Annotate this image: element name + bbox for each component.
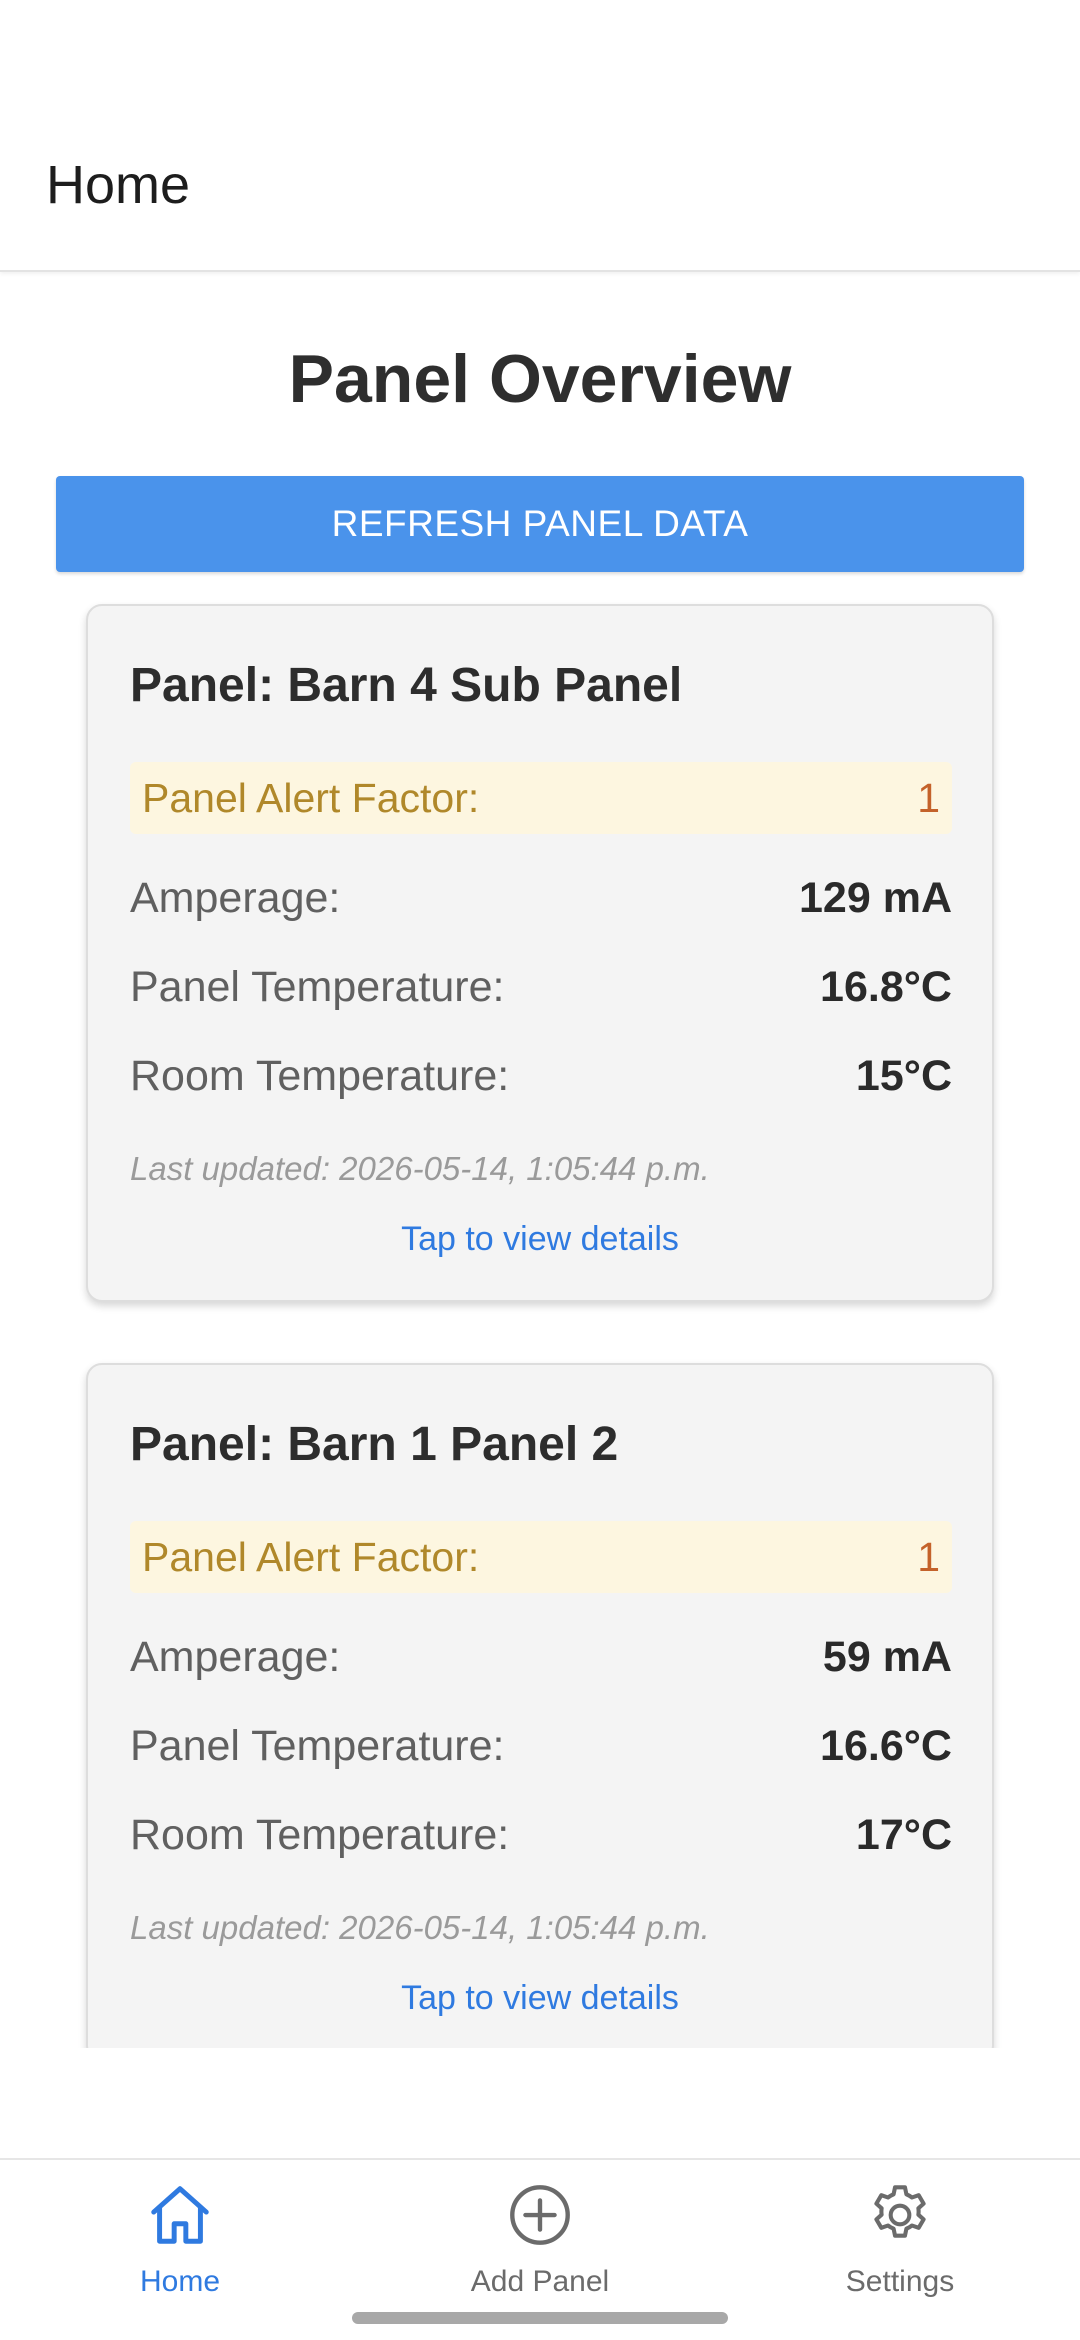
alert-factor-label: Panel Alert Factor: — [142, 775, 480, 821]
panel-temperature-value: 16.8°C — [820, 963, 952, 1011]
panel-card[interactable]: Panel: Barn 4 Sub Panel Panel Alert Fact… — [86, 604, 994, 1302]
add-circle-icon — [510, 2185, 570, 2245]
room-temperature-label: Room Temperature: — [130, 1052, 510, 1100]
home-icon — [151, 2186, 209, 2244]
last-updated-text: Last updated: 2026-05-14, 1:05:44 p.m. — [130, 1150, 710, 1187]
room-temperature-label: Room Temperature: — [130, 1811, 510, 1859]
nav-label-settings: Settings — [845, 2265, 955, 2298]
amperage-value: 59 mA — [822, 1633, 952, 1681]
app-header: Home — [0, 0, 1080, 272]
room-temperature-row: Room Temperature: 15°C — [130, 1046, 952, 1106]
alert-factor-value: 1 — [917, 775, 940, 821]
panel-alert-row: Panel Alert Factor: 1 — [130, 1521, 952, 1593]
panel-temperature-value: 16.6°C — [820, 1722, 952, 1770]
alert-factor-value: 1 — [917, 1534, 940, 1580]
alert-factor-label: Panel Alert Factor: — [142, 1534, 480, 1580]
room-temperature-value: 15°C — [855, 1052, 952, 1100]
amperage-label: Amperage: — [130, 874, 341, 922]
panel-alert-row: Panel Alert Factor: 1 — [130, 762, 952, 834]
nav-label-home: Home — [139, 2265, 221, 2298]
view-details-link[interactable]: Tap to view details — [88, 1975, 992, 2021]
gear-icon — [874, 2185, 926, 2238]
header-title: Home — [46, 155, 191, 215]
nav-item-home[interactable]: Home — [0, 2160, 360, 2320]
panel-name: Panel: Barn 4 Sub Panel — [130, 659, 683, 712]
panel-temperature-label: Panel Temperature: — [130, 963, 505, 1011]
last-updated-text: Last updated: 2026-05-14, 1:05:44 p.m. — [130, 1909, 710, 1946]
nav-item-add-panel[interactable]: Add Panel — [360, 2160, 720, 2320]
room-temperature-row: Room Temperature: 17°C — [130, 1805, 952, 1865]
main-content[interactable]: Panel Overview REFRESH PANEL DATA Panel:… — [0, 274, 1080, 2048]
amperage-row: Amperage: 59 mA — [130, 1627, 952, 1687]
amperage-label: Amperage: — [130, 1633, 341, 1681]
amperage-row: Amperage: 129 mA — [130, 868, 952, 928]
view-details-link[interactable]: Tap to view details — [88, 1216, 992, 1262]
panel-temperature-label: Panel Temperature: — [130, 1722, 505, 1770]
panel-card[interactable]: Panel: Barn 1 Panel 2 Panel Alert Factor… — [86, 1363, 994, 2048]
amperage-value: 129 mA — [799, 874, 952, 922]
refresh-panel-data-button[interactable]: REFRESH PANEL DATA — [56, 476, 1024, 572]
gesture-home-indicator[interactable] — [352, 2312, 728, 2324]
panel-temperature-row: Panel Temperature: 16.8°C — [130, 957, 952, 1017]
panel-name: Panel: Barn 1 Panel 2 — [130, 1418, 619, 1471]
panel-temperature-row: Panel Temperature: 16.6°C — [130, 1716, 952, 1776]
page-title: Panel Overview — [288, 341, 792, 417]
nav-label-add-panel: Add Panel — [470, 2265, 610, 2298]
room-temperature-value: 17°C — [855, 1811, 952, 1859]
nav-item-settings[interactable]: Settings — [720, 2160, 1080, 2320]
